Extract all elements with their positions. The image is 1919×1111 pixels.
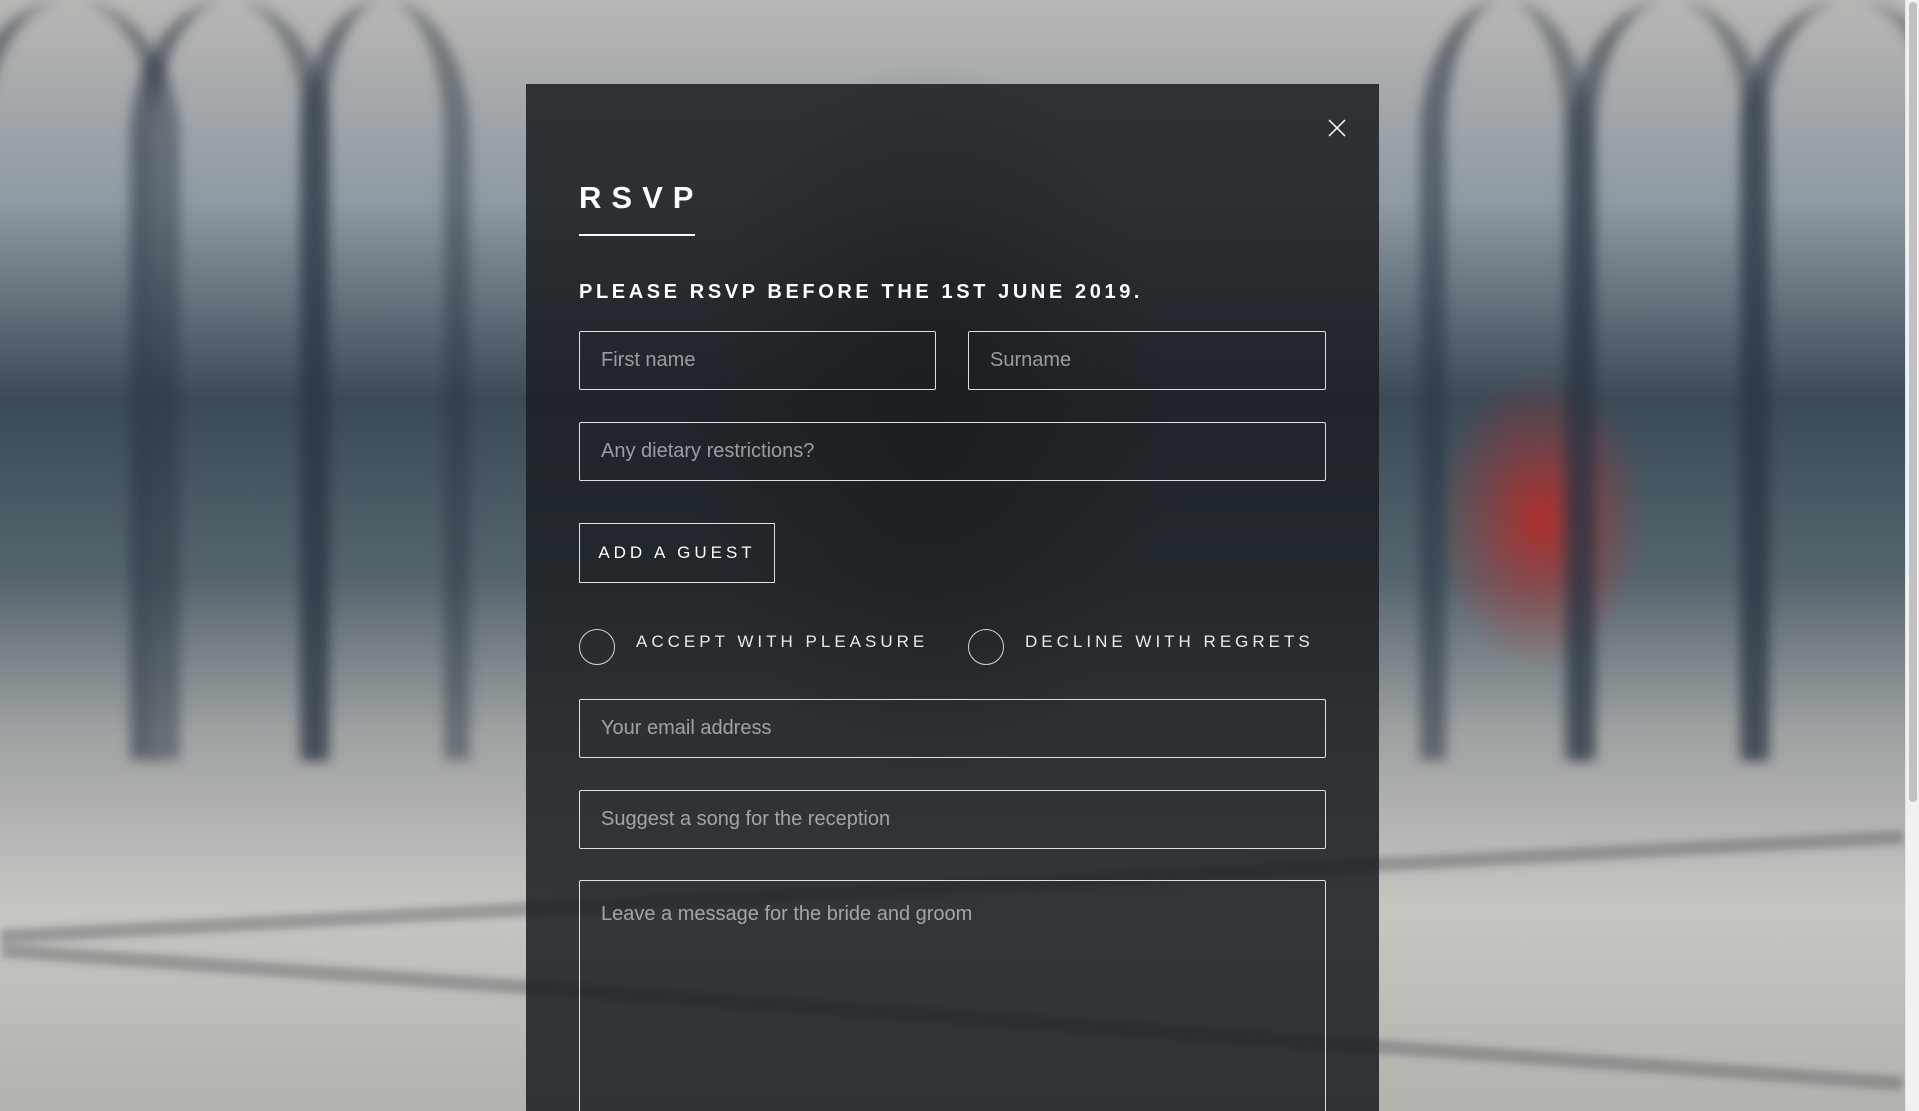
decline-option[interactable]: DECLINE WITH REGRETS [968, 629, 1314, 665]
surname-input[interactable] [968, 331, 1326, 390]
arch-decoration [1740, 0, 1905, 760]
song-suggestion-input[interactable] [579, 790, 1326, 849]
close-button[interactable] [1325, 116, 1349, 140]
arch-decoration [300, 0, 470, 760]
dietary-restrictions-input[interactable] [579, 422, 1326, 481]
arch-decoration [1420, 0, 1590, 760]
accept-option-label: ACCEPT WITH PLEASURE [636, 632, 929, 651]
accept-option[interactable]: ACCEPT WITH PLEASURE [579, 629, 928, 665]
close-icon [1328, 119, 1346, 137]
rsvp-deadline-text: PLEASE RSVP BEFORE THE 1ST JUNE 2019. [579, 281, 1144, 303]
first-name-input[interactable] [579, 331, 936, 390]
message-textarea[interactable] [579, 880, 1326, 1111]
title-underline [579, 234, 695, 236]
add-guest-button[interactable]: ADD A GUEST [579, 523, 775, 583]
rsvp-modal: RSVP PLEASE RSVP BEFORE THE 1ST JUNE 201… [526, 84, 1379, 1111]
modal-title: RSVP [579, 180, 704, 215]
scrollbar-thumb[interactable] [1909, 2, 1917, 802]
accept-radio[interactable] [579, 629, 615, 665]
decline-radio[interactable] [968, 629, 1004, 665]
page-scrollbar[interactable] [1905, 0, 1919, 1111]
decline-option-label: DECLINE WITH REGRETS [1025, 632, 1314, 651]
email-input[interactable] [579, 699, 1326, 758]
